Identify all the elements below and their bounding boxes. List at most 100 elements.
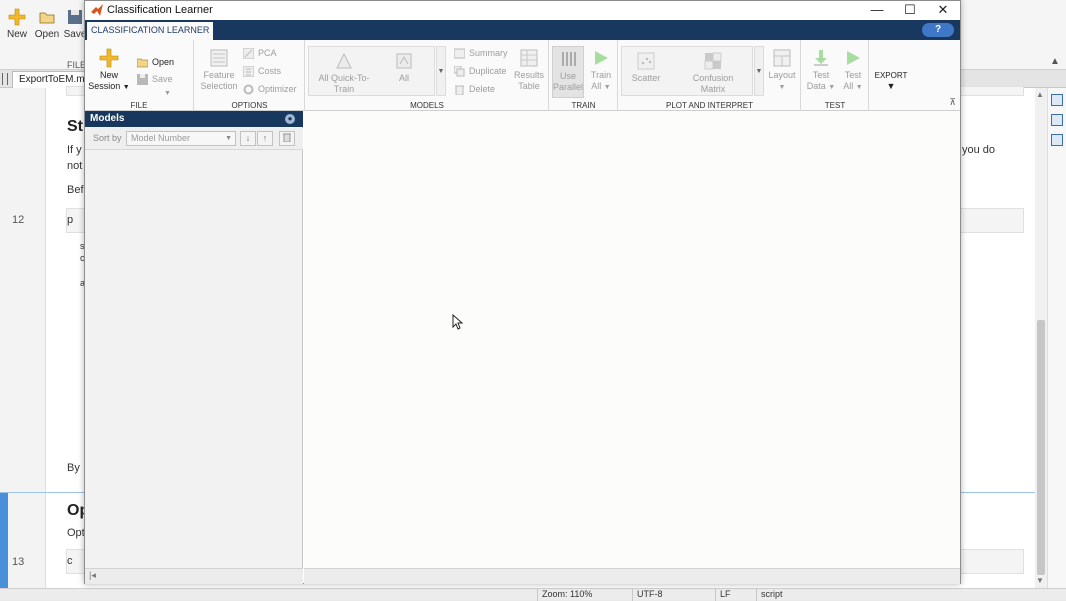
collapse-panel-icon[interactable]: |◂	[89, 570, 96, 581]
sort-by-dropdown[interactable]: Model Number ▼	[126, 131, 236, 146]
panel-toggle-icon[interactable]	[1051, 94, 1063, 106]
test-group-label: TEST	[824, 101, 846, 110]
all-quick-label: All Quick-To-	[318, 73, 370, 83]
train-all-button[interactable]: Train All ▼	[586, 48, 616, 93]
panel-options-icon[interactable]: ●	[285, 114, 295, 124]
delete-label: Delete	[469, 84, 496, 94]
layout-icon	[773, 49, 791, 67]
editor-open-label: Open	[34, 29, 60, 40]
pca-button[interactable]: PCA	[243, 47, 277, 60]
dropdown-caret-icon[interactable]: ▼	[779, 84, 786, 91]
test-data-button[interactable]: Test Data ▼	[805, 48, 837, 93]
sort-ascending-button[interactable]: ↑	[257, 131, 273, 146]
duplicate-icon	[454, 66, 465, 77]
feature-selection-label: Feature	[203, 70, 235, 80]
panel-toggle-icon[interactable]	[1051, 134, 1063, 146]
optimizer-button[interactable]: Optimizer	[243, 83, 297, 96]
scroll-down-icon[interactable]: ▼	[1036, 576, 1044, 585]
file-group: New Session ▼ Open Save ▼ FILE	[85, 40, 194, 111]
sort-by-value: Model Number	[131, 133, 191, 143]
scatter-button[interactable]: Scatter	[626, 51, 666, 84]
editor-new-button[interactable]: New	[2, 8, 32, 40]
text-fragment: If y	[67, 144, 82, 156]
train-group-label: TRAIN	[571, 101, 596, 110]
status-eol: LF	[715, 589, 731, 601]
code-fragment: p	[67, 214, 74, 226]
window-titlebar[interactable]: Classification Learner — ☐ ✕	[85, 1, 960, 20]
text-fragment: Bef	[67, 184, 84, 196]
folder-icon	[137, 58, 148, 68]
status-zoom: Zoom: 110%	[537, 589, 592, 601]
test-all-label: Test	[844, 70, 862, 80]
editor-open-button[interactable]: Open	[32, 8, 62, 40]
export-label: EXPORT	[874, 71, 908, 80]
layout-button[interactable]: Layout ▼	[766, 48, 798, 93]
train-all-label: Train	[590, 70, 612, 80]
duplicate-label: Duplicate	[469, 66, 507, 76]
test-all-label: All	[843, 81, 854, 91]
confusion-matrix-icon	[704, 52, 722, 70]
line-number: 12	[12, 214, 25, 226]
test-data-label: Test	[812, 70, 830, 80]
open-button[interactable]: Open	[137, 56, 174, 69]
gallery-expand-icon[interactable]: ▼	[436, 46, 446, 96]
editor-scrollbar[interactable]: ▲ ▼	[1035, 88, 1047, 588]
all-label: All	[398, 73, 409, 83]
open-label: Open	[152, 57, 175, 67]
model-gallery[interactable]: All Quick-To- Train All	[308, 46, 435, 96]
sort-toolbar: Sort by Model Number ▼ ↓ ↑	[85, 128, 303, 150]
delete-button[interactable]: Delete	[454, 83, 495, 96]
gallery-expand-icon[interactable]: ▼	[754, 46, 764, 96]
delete-model-button[interactable]	[279, 131, 295, 146]
test-all-button[interactable]: Test All ▼	[838, 48, 868, 93]
collapse-toolstrip-icon[interactable]: ▲	[1050, 56, 1060, 67]
parallel-icon	[562, 52, 576, 66]
costs-button[interactable]: Costs	[243, 65, 281, 78]
collapse-ribbon-icon[interactable]: ⊼	[949, 97, 956, 108]
sort-descending-button[interactable]: ↓	[240, 131, 256, 146]
ribbon: New Session ▼ Open Save ▼ FILE Feature S…	[85, 40, 960, 111]
dropdown-caret-icon[interactable]: ▼	[828, 84, 835, 91]
panel-toggle-icon[interactable]	[1051, 114, 1063, 126]
test-group: Test Data ▼ Test All ▼ TEST	[802, 40, 869, 111]
models-panel-title: Models	[90, 113, 125, 124]
status-bar: Zoom: 110% UTF-8 LF script	[0, 588, 1066, 601]
close-button[interactable]: ✕	[926, 1, 960, 20]
dropdown-caret-icon[interactable]: ▼	[164, 90, 171, 97]
minimize-button[interactable]: —	[860, 1, 894, 20]
train-group: Use Parallel Train All ▼ TRAIN	[550, 40, 618, 111]
save-button[interactable]: Save ▼	[137, 73, 193, 97]
scroll-up-icon[interactable]: ▲	[1036, 90, 1044, 99]
tab-scroll-icon[interactable]	[2, 73, 8, 85]
options-group: Feature Selection PCA Costs Optimizer OP…	[195, 40, 305, 111]
tab-classification-learner[interactable]: CLASSIFICATION LEARNER	[87, 22, 214, 40]
dropdown-caret-icon[interactable]: ▼	[604, 84, 611, 91]
dropdown-caret-icon[interactable]: ▼	[856, 84, 863, 91]
help-button[interactable]: ?	[922, 23, 954, 37]
results-label: Table	[518, 81, 540, 91]
new-session-button[interactable]: New Session ▼	[88, 48, 130, 93]
scrollbar-thumb[interactable]	[1037, 320, 1045, 575]
duplicate-button[interactable]: Duplicate	[454, 65, 507, 78]
dropdown-caret-icon[interactable]: ▼	[887, 81, 896, 91]
trash-icon	[283, 133, 291, 143]
file-group-label: FILE	[130, 101, 148, 110]
plot-document-area[interactable]	[304, 111, 960, 568]
dropdown-caret-icon[interactable]: ▼	[123, 84, 130, 91]
layout-label: Layout	[768, 70, 796, 80]
plot-gallery[interactable]: Scatter Confusion Matrix	[621, 46, 753, 96]
all-quick-to-train-button[interactable]: All Quick-To- Train	[313, 51, 375, 95]
all-models-button[interactable]: All	[387, 51, 421, 84]
results-table-button[interactable]: Results Table	[511, 48, 547, 92]
confusion-matrix-button[interactable]: Confusion Matrix	[686, 51, 740, 95]
all-quick-label: Train	[333, 84, 355, 94]
export-button[interactable]: EXPORT ▼	[872, 70, 910, 92]
feature-selection-button[interactable]: Feature Selection	[199, 48, 239, 92]
summary-button[interactable]: Summary	[454, 47, 508, 60]
maximize-button[interactable]: ☐	[893, 1, 927, 20]
use-parallel-toggle[interactable]: Use Parallel	[552, 46, 584, 98]
results-label: Results	[513, 70, 544, 80]
test-data-label: Data	[806, 81, 826, 91]
document-footer	[304, 568, 960, 584]
scatter-icon	[637, 52, 655, 70]
